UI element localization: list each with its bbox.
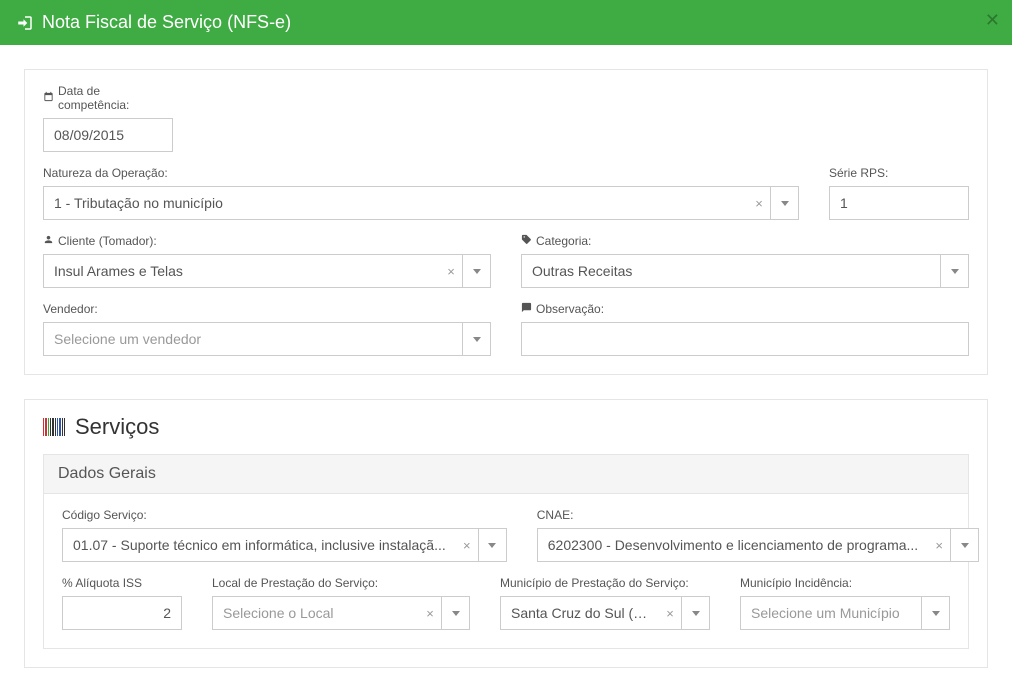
user-icon: [43, 234, 54, 248]
aliquota-iss-label: % Alíquota ISS: [62, 576, 182, 590]
chevron-down-icon[interactable]: [462, 255, 490, 287]
natureza-label: Natureza da Operação:: [43, 166, 799, 180]
clear-icon[interactable]: ×: [748, 196, 770, 211]
observacao-input[interactable]: [521, 322, 969, 356]
close-icon[interactable]: ✕: [985, 10, 1000, 31]
chevron-down-icon[interactable]: [441, 597, 469, 629]
cliente-select[interactable]: Insul Arames e Telas ×: [43, 254, 491, 288]
municipio-incidencia-label: Município Incidência:: [740, 576, 950, 590]
clear-icon[interactable]: ×: [456, 538, 478, 553]
dados-gerais-body: Código Serviço: 01.07 - Suporte técnico …: [43, 494, 969, 649]
aliquota-iss-input[interactable]: 2: [62, 596, 182, 630]
observacao-label: Observação:: [521, 302, 969, 316]
municipio-prestacao-label: Município de Prestação do Serviço:: [500, 576, 710, 590]
calendar-icon: [43, 91, 54, 105]
vendedor-label: Vendedor:: [43, 302, 491, 316]
chevron-down-icon[interactable]: [950, 529, 978, 561]
clear-icon[interactable]: ×: [440, 264, 462, 279]
codigo-servico-label: Código Serviço:: [62, 508, 507, 522]
clear-icon[interactable]: ×: [928, 538, 950, 553]
categoria-label: Categoria:: [521, 234, 969, 248]
chevron-down-icon[interactable]: [681, 597, 709, 629]
data-competencia-input[interactable]: 08/09/2015: [43, 118, 173, 152]
servicos-title: Serviços: [43, 414, 969, 440]
enter-icon: [16, 14, 34, 32]
window-header: Nota Fiscal de Serviço (NFS-e) ✕: [0, 0, 1012, 45]
vendedor-select[interactable]: Selecione um vendedor: [43, 322, 491, 356]
codigo-servico-select[interactable]: 01.07 - Suporte técnico em informática, …: [62, 528, 507, 562]
servicos-panel: Serviços Dados Gerais Código Serviço: 01…: [24, 399, 988, 668]
municipio-incidencia-select[interactable]: Selecione um Município: [740, 596, 950, 630]
serie-rps-input[interactable]: 1: [829, 186, 969, 220]
clear-icon[interactable]: ×: [659, 606, 681, 621]
local-prestacao-label: Local de Prestação do Serviço:: [212, 576, 470, 590]
serie-rps-label: Série RPS:: [829, 166, 969, 180]
dados-gerais-header: Dados Gerais: [43, 454, 969, 494]
categoria-select[interactable]: Outras Receitas: [521, 254, 969, 288]
chevron-down-icon[interactable]: [921, 597, 949, 629]
chevron-down-icon[interactable]: [770, 187, 798, 219]
main-form-panel: Data de competência: 08/09/2015 Natureza…: [24, 69, 988, 375]
chevron-down-icon[interactable]: [940, 255, 968, 287]
municipio-prestacao-select[interactable]: Santa Cruz do Sul (RS) ×: [500, 596, 710, 630]
clear-icon[interactable]: ×: [419, 606, 441, 621]
chevron-down-icon[interactable]: [478, 529, 506, 561]
window-title: Nota Fiscal de Serviço (NFS-e): [42, 12, 291, 33]
local-prestacao-select[interactable]: Selecione o Local ×: [212, 596, 470, 630]
cnae-label: CNAE:: [537, 508, 979, 522]
tag-icon: [521, 234, 532, 248]
comment-icon: [521, 302, 532, 316]
chevron-down-icon[interactable]: [462, 323, 490, 355]
natureza-select[interactable]: 1 - Tributação no município ×: [43, 186, 799, 220]
cliente-label: Cliente (Tomador):: [43, 234, 491, 248]
barcode-icon: [43, 418, 65, 436]
data-competencia-label: Data de competência:: [43, 84, 173, 112]
cnae-select[interactable]: 6202300 - Desenvolvimento e licenciament…: [537, 528, 979, 562]
